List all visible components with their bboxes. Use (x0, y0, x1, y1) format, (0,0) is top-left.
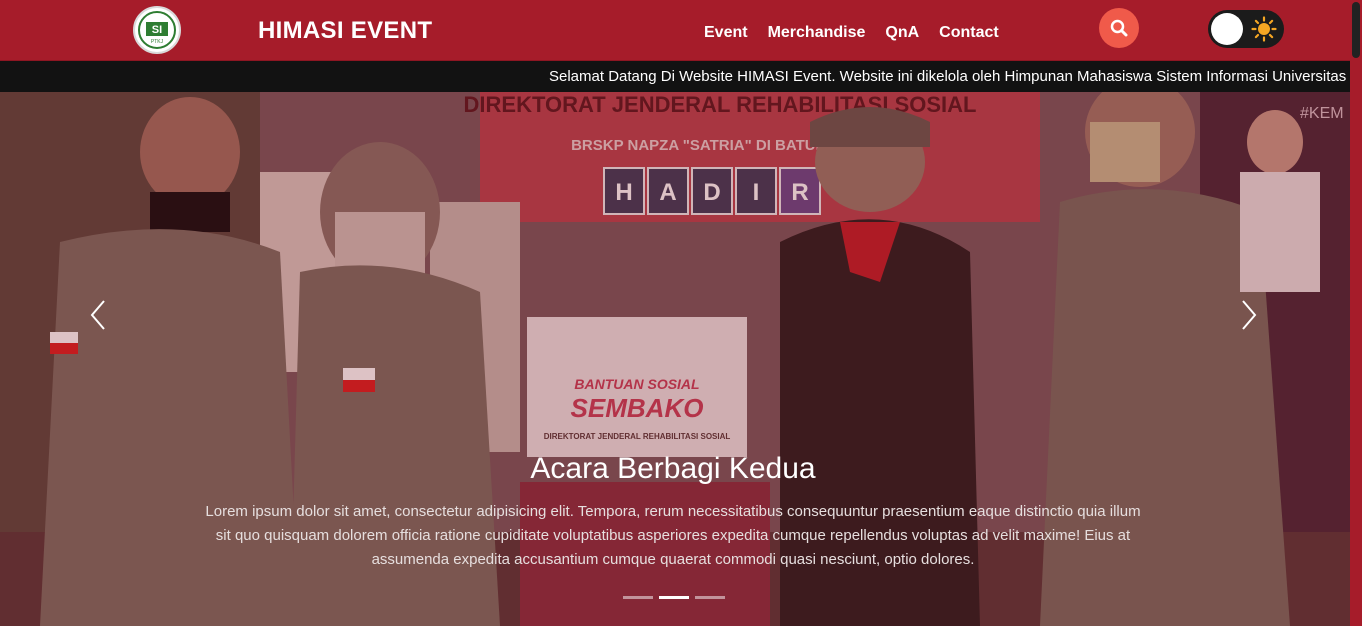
theme-toggle[interactable] (1208, 10, 1284, 48)
carousel-indicators (623, 596, 725, 599)
carousel-next-button[interactable] (1233, 297, 1263, 333)
sun-icon (1251, 16, 1277, 42)
svg-text:SI: SI (152, 24, 162, 36)
svg-text:PTKJ: PTKJ (151, 39, 164, 45)
slide-description: Lorem ipsum dolor sit amet, consectetur … (205, 503, 1141, 568)
scrollbar-thumb[interactable] (1352, 2, 1360, 58)
slide-caption: Acara Berbagi Kedua Lorem ipsum dolor si… (200, 452, 1146, 572)
indicator-3[interactable] (695, 596, 725, 599)
announcement-marquee: Selamat Datang Di Website HIMASI Event. … (0, 61, 1350, 92)
slide-title: Acara Berbagi Kedua (530, 452, 816, 485)
nav-merchandise[interactable]: Merchandise (768, 24, 866, 42)
logo[interactable]: SI PTKJ (133, 6, 181, 54)
logo-emblem-icon: SI PTKJ (138, 11, 176, 49)
indicator-2[interactable] (659, 596, 689, 599)
page-scrollbar[interactable] (1350, 0, 1362, 626)
indicator-1[interactable] (623, 596, 653, 599)
chevron-right-icon (1242, 300, 1257, 330)
nav-menu: Event Merchandise QnA Contact (704, 24, 1019, 42)
chevron-left-icon (90, 300, 105, 330)
announcement-text: Selamat Datang Di Website HIMASI Event. … (549, 68, 1347, 85)
brand-title[interactable]: HIMASI EVENT (258, 17, 432, 45)
nav-qna[interactable]: QnA (885, 24, 919, 42)
toggle-knob (1211, 13, 1243, 45)
search-icon (1110, 19, 1128, 37)
nav-event[interactable]: Event (704, 24, 748, 42)
hero-carousel: DIREKTORAT JENDERAL REHABILITASI SOSIAL … (0, 92, 1350, 626)
navbar: SI PTKJ HIMASI EVENT Event Merchandise Q… (0, 0, 1350, 61)
search-button[interactable] (1099, 8, 1139, 48)
carousel-prev-button[interactable] (84, 297, 114, 333)
nav-contact[interactable]: Contact (939, 24, 999, 42)
